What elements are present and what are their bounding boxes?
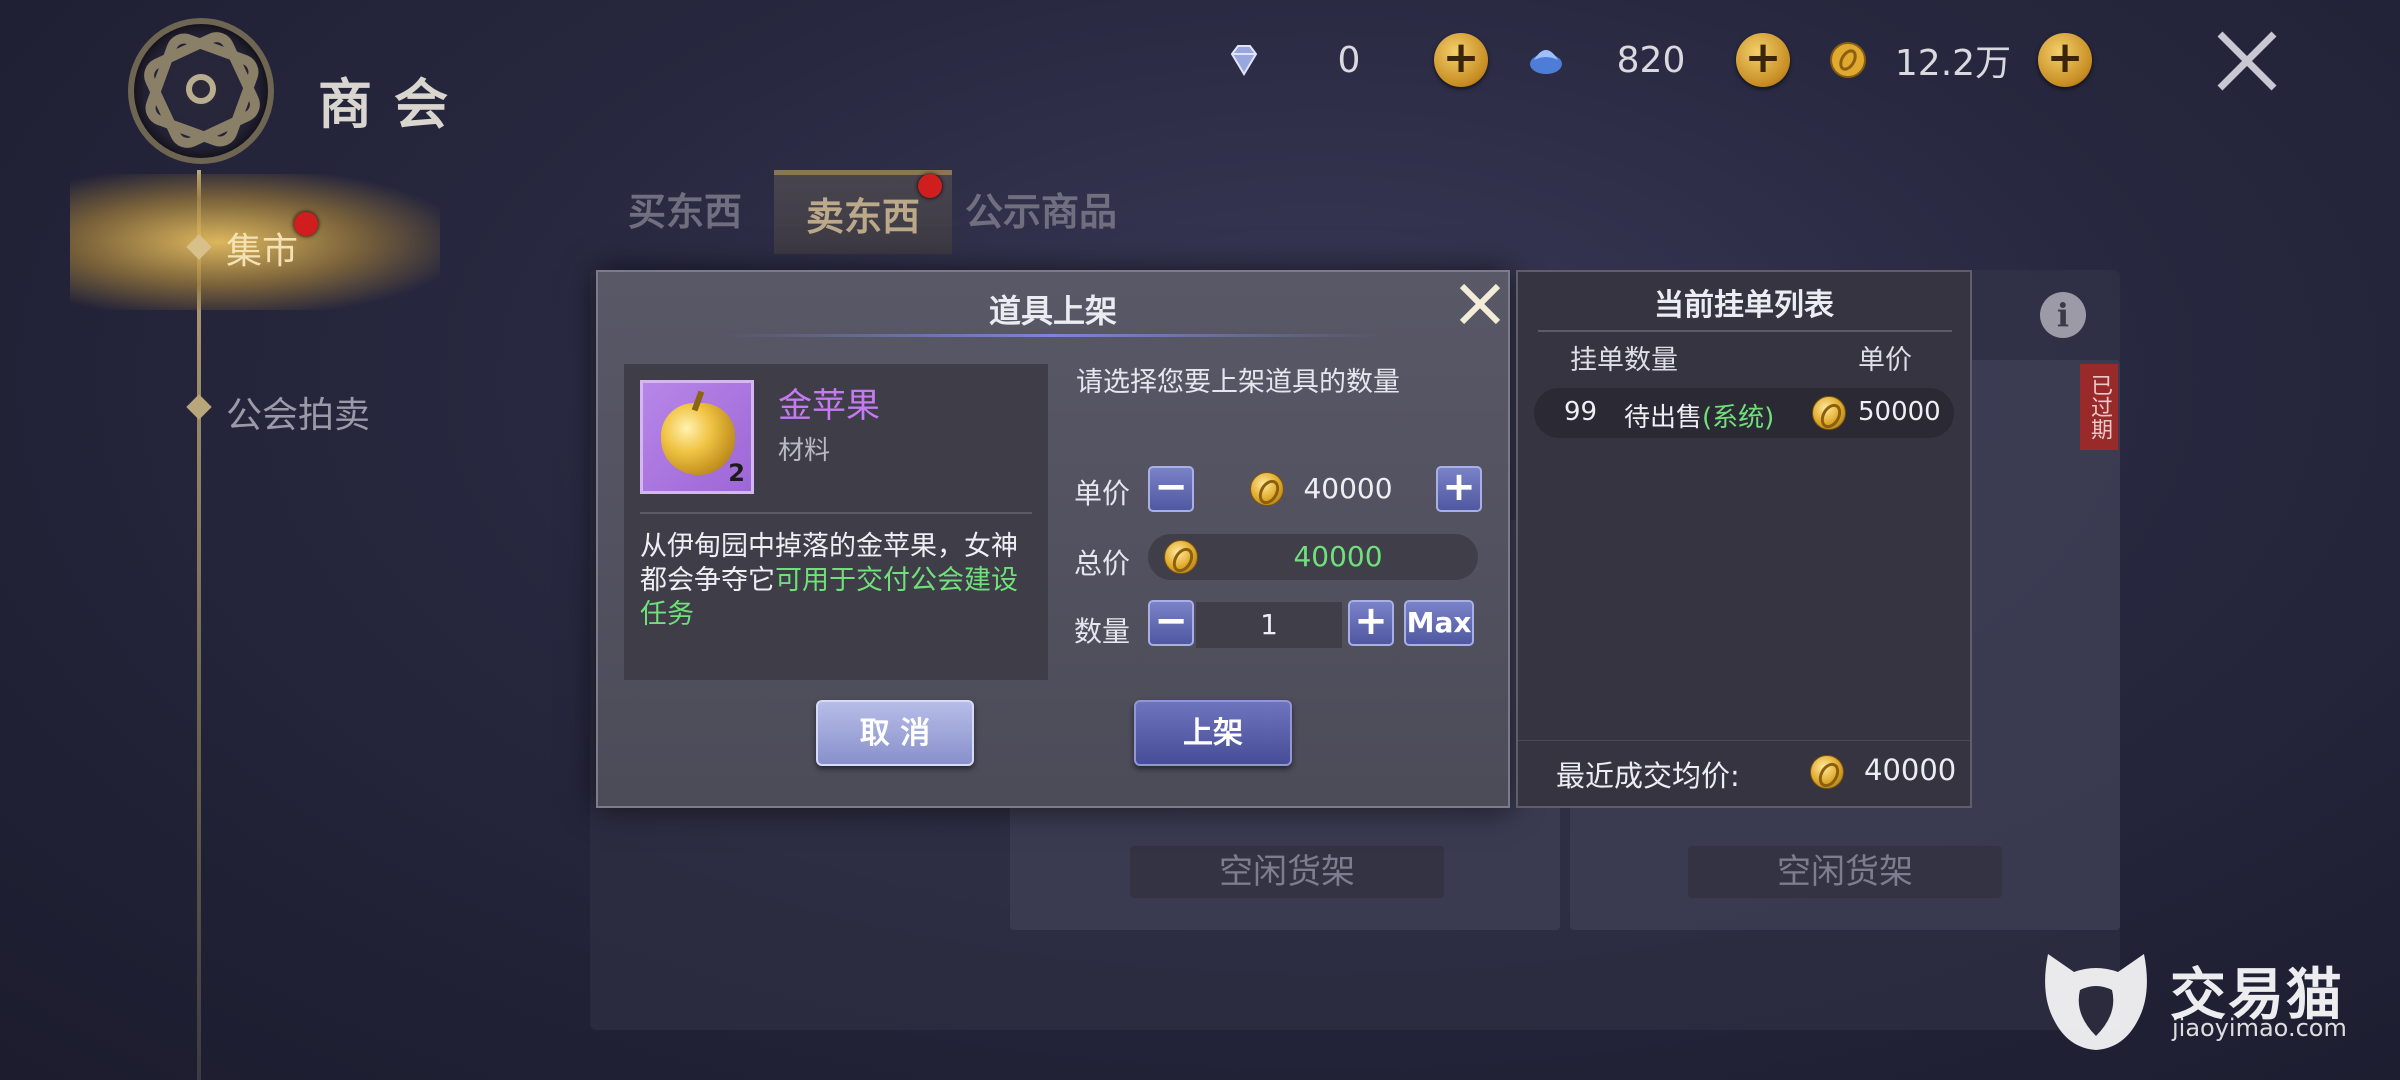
empty-shelf-label: 空闲货架 (1130, 846, 1444, 898)
quantity-label: 数量 (1074, 615, 1131, 648)
total-price-label: 总价 (1074, 547, 1131, 580)
list-item-button[interactable]: 上架 (1134, 700, 1292, 766)
gold-coin-icon (1812, 396, 1846, 430)
dialog-title: 道具上架 (988, 292, 1117, 330)
gold-coin-icon (1164, 540, 1198, 574)
gold-coin-icon (1250, 472, 1284, 506)
expired-tag: 已过期 (2080, 364, 2118, 450)
notification-dot (918, 174, 942, 198)
tab-public-items[interactable]: 公示商品 (952, 170, 1130, 254)
divider (640, 512, 1032, 514)
divider (1538, 330, 1952, 332)
item-description: 从伊甸园中掉落的金苹果，女神都会争夺它可用于交付公会建设任务 (640, 530, 1040, 632)
table-row[interactable]: 99 待出售 (系统) 50000 (1534, 388, 1954, 438)
list-item-dialog: 道具上架 2 金苹果 材料 从伊甸园中掉落的金苹果，女神都会争夺它可用于交付公会… (596, 270, 1510, 808)
add-gold-button[interactable]: + (2038, 33, 2092, 87)
item-info-panel: 2 金苹果 材料 从伊甸园中掉落的金苹果，女神都会争夺它可用于交付公会建设任务 (624, 364, 1048, 680)
total-price-value: 40000 (1293, 540, 1383, 573)
page-title: 商会 (318, 72, 470, 136)
quantity-input[interactable]: 1 (1196, 602, 1342, 648)
currency-diamond: 0 + (1224, 28, 1488, 92)
item-type: 材料 (778, 436, 831, 466)
quantity-prompt: 请选择您要上架道具的数量 (1076, 367, 1400, 398)
info-icon[interactable]: i (2040, 292, 2086, 338)
currency-gold: 12.2万 + (1828, 28, 2092, 92)
close-icon[interactable] (2212, 26, 2282, 96)
gold-coin-icon (1830, 42, 1866, 78)
order-source: (系统) (1702, 403, 1775, 433)
orders-title: 当前挂单列表 (1654, 288, 1834, 323)
diamond-amount: 0 (1337, 39, 1361, 81)
add-diamond-button[interactable]: + (1434, 33, 1488, 87)
item-name: 金苹果 (778, 386, 880, 426)
unit-price-label: 单价 (1074, 477, 1131, 510)
currency-crystal: 820 + (1526, 28, 1790, 92)
watermark-url: jiaoyimao.com (2172, 1014, 2347, 1042)
gold-coin-icon (1810, 755, 1844, 789)
order-status: 待出售 (1624, 403, 1703, 433)
add-crystal-button[interactable]: + (1736, 33, 1790, 87)
cancel-button[interactable]: 取 消 (816, 700, 974, 766)
column-header-quantity: 挂单数量 (1570, 345, 1678, 376)
recent-price-label: 最近成交均价: (1556, 759, 1740, 793)
increase-price-button[interactable]: + (1436, 466, 1482, 512)
decrease-quantity-button[interactable]: − (1148, 600, 1194, 646)
max-quantity-button[interactable]: Max (1404, 600, 1474, 646)
crystal-icon (1530, 50, 1562, 74)
recent-price-value: 40000 (1864, 753, 1957, 787)
notification-dot (294, 212, 318, 236)
current-orders-panel: 当前挂单列表 挂单数量 单价 99 待出售 (系统) 50000 最近成交均价:… (1516, 270, 1972, 808)
sidebar-item-market[interactable]: 集市 (226, 222, 298, 274)
close-icon[interactable] (1454, 278, 1506, 330)
order-quantity: 99 (1564, 397, 1598, 427)
tab-buy[interactable]: 买东西 (596, 170, 774, 254)
column-header-price: 单价 (1858, 345, 1912, 376)
divider (728, 334, 1378, 337)
unit-price-value[interactable]: 40000 (1288, 466, 1408, 512)
increase-quantity-button[interactable]: + (1348, 600, 1394, 646)
recent-average-price: 最近成交均价: 40000 (1518, 740, 1970, 800)
sidebar-item-guild-auction[interactable]: 公会拍卖 (226, 386, 370, 438)
order-price: 50000 (1858, 397, 1941, 427)
gold-amount: 12.2万 (1894, 43, 2012, 84)
guild-emblem-icon (128, 18, 274, 164)
item-count: 2 (728, 459, 745, 487)
nav-marker-icon (186, 394, 212, 420)
jiaoyimao-cat-logo-icon (2045, 954, 2147, 1050)
empty-shelf-label: 空闲货架 (1688, 846, 2002, 898)
currency-bar: 0 + 820 + 12.2万 + (1210, 28, 2130, 92)
crystal-amount: 820 (1616, 39, 1686, 81)
diamond-icon (1230, 45, 1258, 76)
golden-apple-icon: 2 (640, 380, 754, 494)
decrease-price-button[interactable]: − (1148, 466, 1194, 512)
